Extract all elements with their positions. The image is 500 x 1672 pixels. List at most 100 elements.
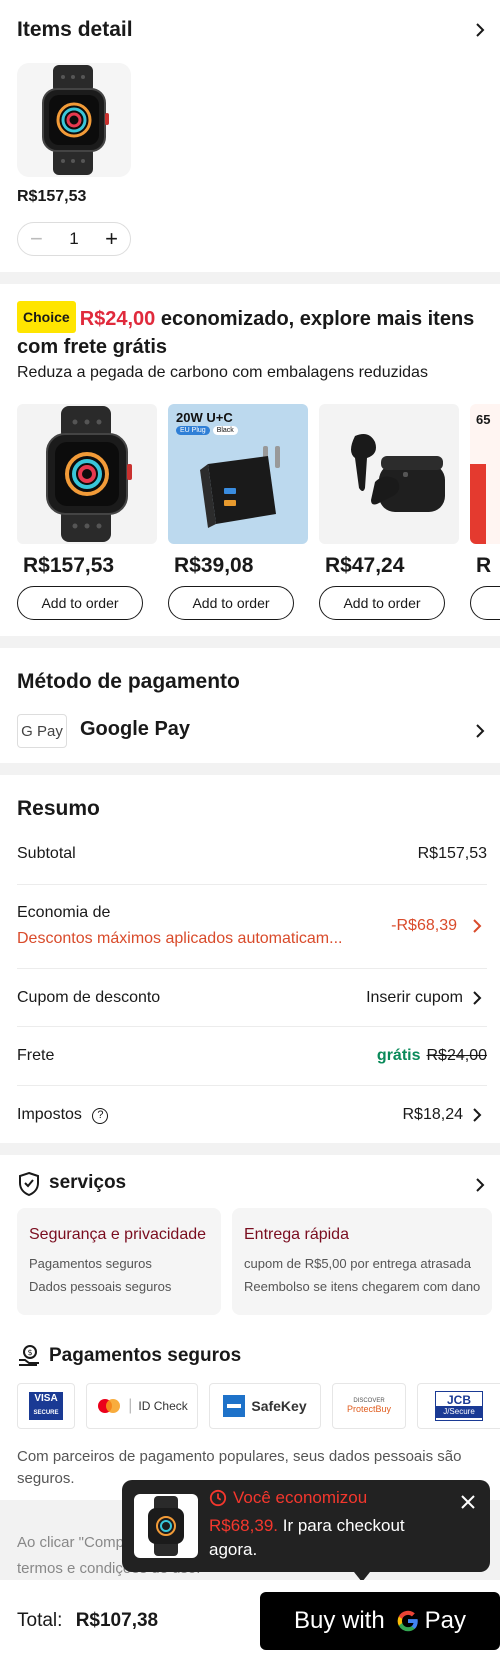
choice-subtitle: Reduza a pegada de carbono com embalagen… <box>17 364 428 381</box>
subtotal-row: Subtotal R$157,53 <box>17 845 487 863</box>
payment-method-chevron-icon[interactable] <box>470 721 490 741</box>
coupon-value[interactable]: Inserir cupom <box>366 989 463 1007</box>
summary-title: Resumo <box>17 797 100 820</box>
quantity-value: 1 <box>69 229 79 248</box>
total-row: Total: R$107,38 <box>17 1610 158 1632</box>
product-price: R$157,53 <box>23 554 115 577</box>
service-card-line: cupom de R$5,00 por entrega atrasada <box>244 1256 471 1271</box>
taxes-value: R$18,24 <box>402 1106 464 1123</box>
toast-headline-row: Você economizou <box>209 1488 367 1508</box>
item-price: R$157,53 <box>17 188 87 205</box>
savings-row[interactable]: Economia de Descontos máximos aplicados … <box>17 904 487 954</box>
jcb-secure-logo: JCB J/Secure <box>417 1383 500 1429</box>
toast-amount: R$68,39. <box>209 1516 278 1535</box>
items-detail-chevron-icon[interactable] <box>470 20 490 40</box>
shipping-row: Frete grátis R$24,00 <box>17 1047 487 1065</box>
choice-badge: Choice <box>17 301 76 333</box>
google-g-icon <box>397 1610 418 1632</box>
coupon-label: Cupom de desconto <box>17 989 161 1006</box>
add-to-order-button[interactable]: Add to order <box>319 586 445 620</box>
payment-method-name[interactable]: Google Pay <box>80 718 190 741</box>
buy-with-text: Buy with <box>293 1607 385 1634</box>
recommended-product[interactable]: R$157,53 Add to order <box>17 404 157 620</box>
toast-headline: Você economizou <box>233 1488 368 1507</box>
subtotal-label: Subtotal <box>17 845 76 862</box>
product-thumbnail[interactable] <box>17 63 131 177</box>
service-card-title: Segurança e privacidade <box>29 1226 207 1243</box>
product-price: R <box>476 554 492 577</box>
shipping-free: grátis <box>376 1047 421 1064</box>
items-detail-title: Items detail <box>17 18 133 41</box>
google-pay-icon: G Pay <box>17 714 67 748</box>
service-card-line: Pagamentos seguros <box>29 1256 152 1271</box>
svg-text:$: $ <box>27 1348 32 1357</box>
savings-note: Descontos máximos aplicados automaticam.… <box>17 930 343 947</box>
total-value: R$107,38 <box>75 1610 159 1631</box>
charger-image-icon: 20W U+C EU Plug Black <box>168 404 308 544</box>
services-title: serviços <box>49 1172 127 1193</box>
payment-method-title: Método de pagamento <box>17 670 240 693</box>
payment-method-section <box>0 648 500 763</box>
buy-with-google-pay-button[interactable]: Buy with Pay <box>260 1592 500 1650</box>
savings-chevron-icon <box>467 916 487 936</box>
shipping-old-price: R$24,00 <box>426 1047 488 1064</box>
divider <box>17 1085 487 1086</box>
google-pay-badge-text: G Pay <box>21 722 63 740</box>
add-to-order-button[interactable]: Add to order <box>17 586 143 620</box>
services-chevron-icon[interactable] <box>470 1175 490 1195</box>
earbuds-image-icon <box>319 404 459 544</box>
amex-safekey-logo: SafeKey <box>209 1383 321 1429</box>
total-label: Total: <box>17 1610 63 1631</box>
smartwatch-icon <box>42 65 109 175</box>
jcb-text: JCB <box>446 1393 471 1407</box>
visa-logo-sub: SECURE <box>33 1410 59 1416</box>
divider <box>17 968 487 969</box>
recommended-product[interactable]: R$47,24 Add to order <box>319 404 459 620</box>
jcb-sub: J/Secure <box>436 1406 482 1418</box>
taxes-label: Impostos <box>17 1106 82 1123</box>
checkout-page: Items detail R$157,53 − 1 + Choice R$24,0… <box>0 0 500 1672</box>
savings-value: -R$68,39 <box>391 917 457 934</box>
visa-secure-logo: VISA SECURE <box>17 1383 75 1429</box>
pay-text: Pay <box>424 1607 467 1634</box>
service-card-security: Segurança e privacidade Pagamentos segur… <box>17 1208 221 1315</box>
amex-icon <box>223 1395 246 1417</box>
discover-protectbuy-logo: DISCOVER ProtectBuy <box>332 1383 406 1429</box>
smartwatch-icon <box>148 1496 184 1556</box>
safekey-text: SafeKey <box>251 1398 307 1414</box>
coupon-chevron-icon <box>467 988 487 1008</box>
help-icon[interactable]: ? <box>92 1108 109 1124</box>
service-card-line: Dados pessoais seguros <box>29 1279 172 1294</box>
taxes-row[interactable]: Impostos ? R$18,24 <box>17 1106 487 1124</box>
coupon-row[interactable]: Cupom de desconto Inserir cupom <box>17 989 487 1007</box>
taxes-chevron-icon <box>467 1105 487 1125</box>
decrease-quantity-button[interactable]: − <box>30 226 43 252</box>
shield-icon <box>17 1171 41 1197</box>
mastercard-icon <box>98 1399 121 1413</box>
smartwatch-image-icon <box>17 404 157 544</box>
close-icon[interactable] <box>460 1494 476 1510</box>
toast-product-image <box>134 1494 198 1558</box>
divider <box>17 1026 487 1027</box>
service-card-line: Reembolso se itens chegarem com dano <box>244 1279 481 1294</box>
savings-toast[interactable]: Você economizou R$68,39. Ir para checkou… <box>122 1480 490 1582</box>
mastercard-id-check-logo: | ID Check <box>86 1383 198 1429</box>
subtotal-value: R$157,53 <box>417 845 487 862</box>
recommended-product-partial[interactable]: 65 R <box>470 404 500 620</box>
secure-payments-title: Pagamentos seguros <box>49 1345 242 1366</box>
recommended-product[interactable]: 20W U+C EU Plug Black R$39,08 Add to ord… <box>168 404 308 620</box>
product-price: R$39,08 <box>174 554 254 577</box>
shipping-value: grátis R$24,00 <box>377 1047 487 1065</box>
cable-image-icon: 65 <box>470 404 500 544</box>
clock-icon <box>209 1489 227 1507</box>
choice-title: Choice R$24,00 economizado, explore mais … <box>17 301 487 361</box>
product-price: R$47,24 <box>325 554 405 577</box>
protectbuy-text: ProtectBuy <box>346 1404 392 1414</box>
increase-quantity-button[interactable]: + <box>105 226 118 252</box>
service-card-delivery: Entrega rápida cupom de R$5,00 por entre… <box>232 1208 492 1315</box>
quantity-stepper: − 1 + <box>17 222 131 256</box>
shipping-label: Frete <box>17 1047 55 1064</box>
add-to-order-button[interactable] <box>470 586 500 620</box>
secure-payment-icon: $ <box>17 1344 43 1368</box>
add-to-order-button[interactable]: Add to order <box>168 586 294 620</box>
